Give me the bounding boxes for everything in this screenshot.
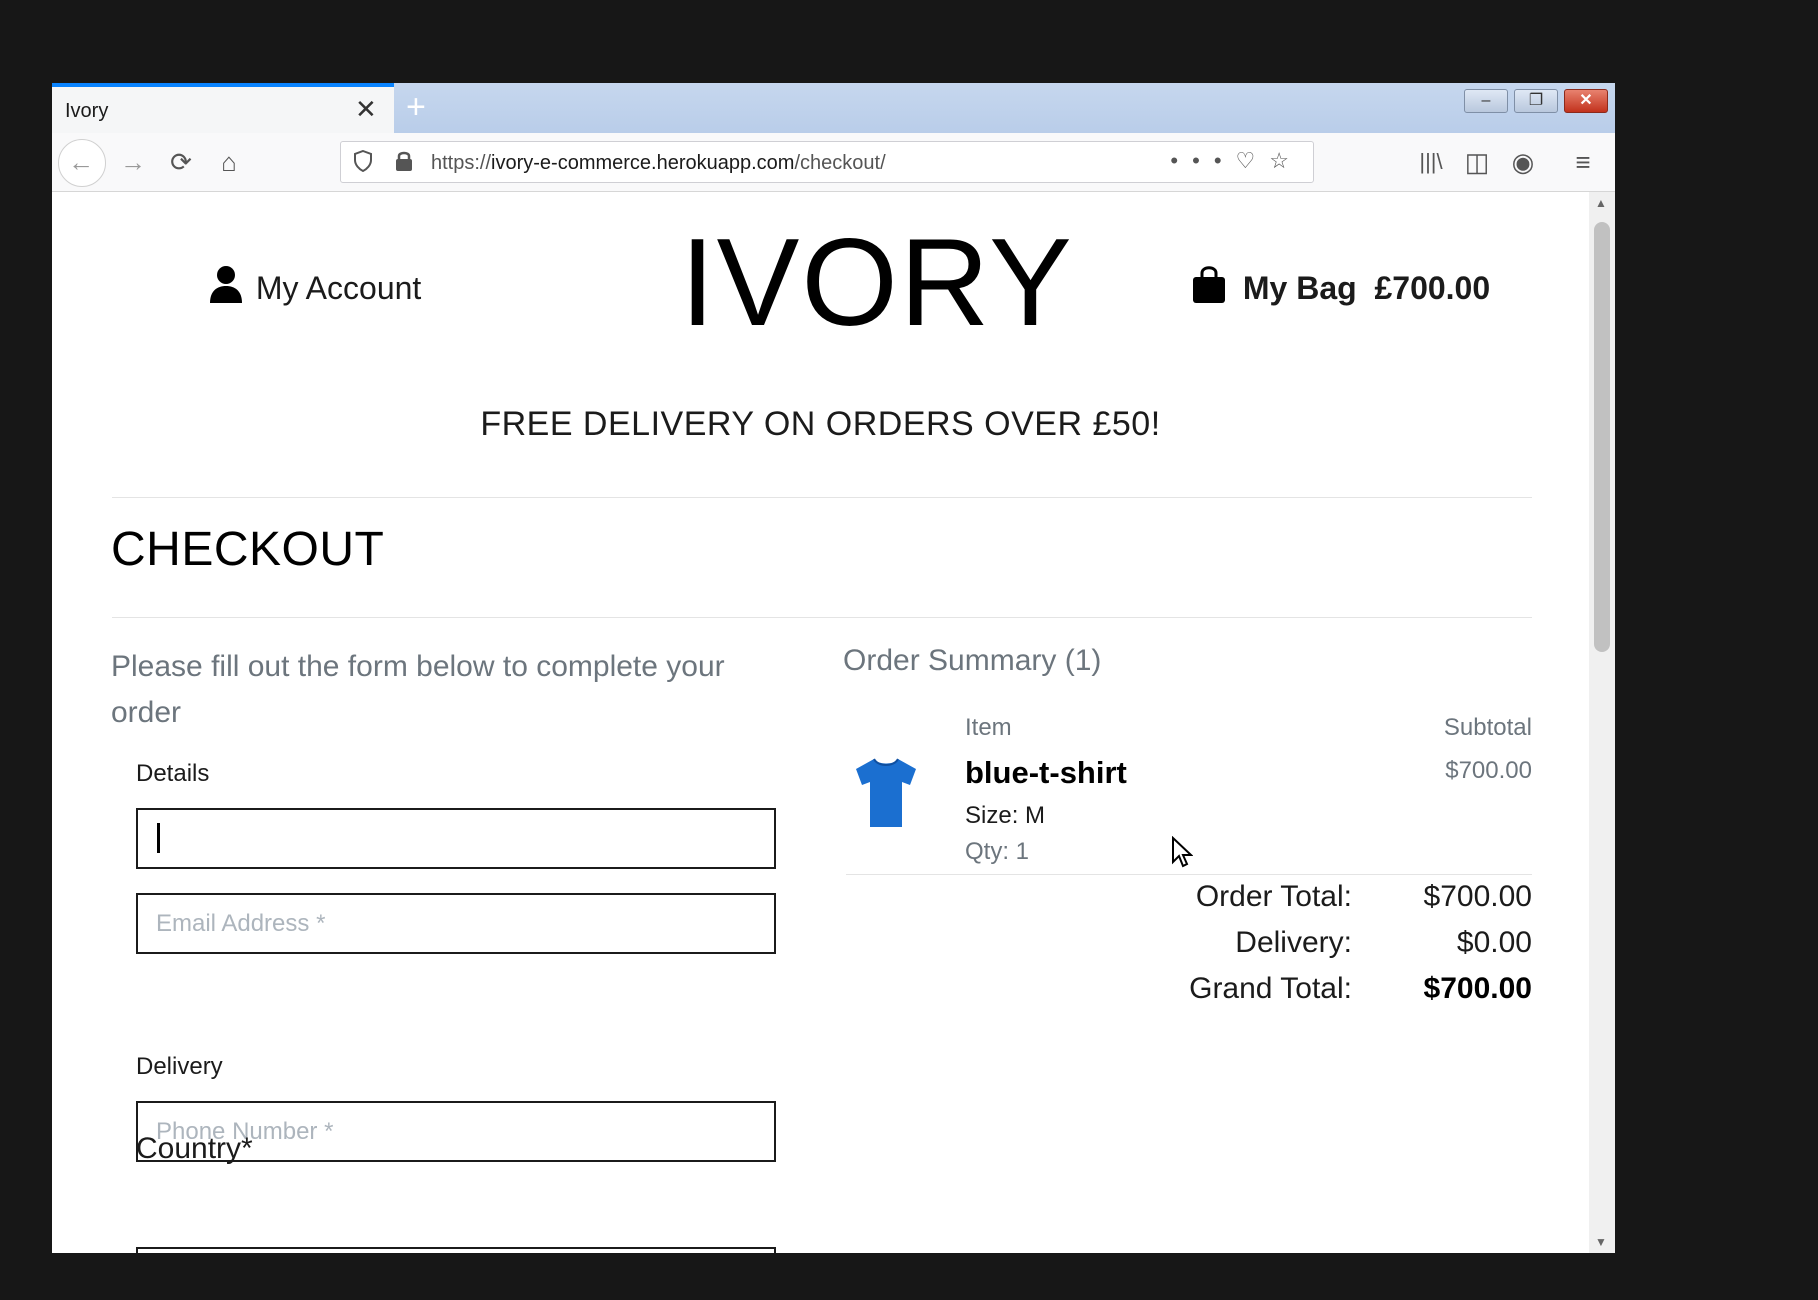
page-actions-menu-icon[interactable]: ••• xyxy=(1170,148,1235,173)
divider xyxy=(846,874,1532,875)
url-bar[interactable]: https://ivory-e-commerce.herokuapp.com/c… xyxy=(340,141,1314,183)
full-name-field[interactable] xyxy=(136,808,776,869)
page-title: CHECKOUT xyxy=(111,523,385,576)
home-icon[interactable]: ⌂ xyxy=(212,145,246,179)
browser-window: Ivory ✕ + – ❐ ✕ ← → ⟳ ⌂ https://ivory-e-… xyxy=(52,83,1615,1253)
delivery-banner: FREE DELIVERY ON ORDERS OVER £50! xyxy=(480,405,1161,443)
bag-total: £700.00 xyxy=(1374,270,1491,306)
subtotal-column-header: Subtotal xyxy=(1443,714,1532,741)
scrollbar-thumb[interactable] xyxy=(1594,222,1610,652)
url-path: /checkout/ xyxy=(794,152,886,174)
email-field[interactable] xyxy=(136,893,776,954)
close-window-button[interactable]: ✕ xyxy=(1564,89,1608,113)
shopping-bag-icon xyxy=(1192,265,1234,311)
text-cursor xyxy=(157,823,160,853)
pocket-icon[interactable]: ♡ xyxy=(1236,148,1270,173)
details-label: Details xyxy=(136,760,210,787)
minimize-window-button[interactable]: – xyxy=(1464,89,1508,113)
bookmark-star-icon[interactable]: ☆ xyxy=(1269,148,1303,173)
page-content: My Account IVORY My Bag £700.00 FREE DEL… xyxy=(52,192,1589,1253)
menu-icon[interactable]: ≡ xyxy=(1566,145,1600,179)
tab-title: Ivory xyxy=(65,100,109,122)
url-text[interactable]: https://ivory-e-commerce.herokuapp.com/c… xyxy=(431,152,886,175)
grand-total-label: Grand Total: xyxy=(1189,972,1352,1005)
library-icon[interactable]: |||\ xyxy=(1414,145,1448,179)
my-bag-link[interactable]: My Bag £700.00 xyxy=(1192,265,1490,311)
country-select[interactable] xyxy=(136,1247,776,1253)
my-account-link[interactable]: My Account xyxy=(209,265,421,311)
order-total-value: $700.00 xyxy=(1423,880,1532,913)
product-name: blue-t-shirt xyxy=(965,755,1127,790)
product-quantity: Qty: 1 xyxy=(965,838,1030,865)
delivery-label: Delivery xyxy=(136,1053,223,1080)
tracking-shield-icon[interactable] xyxy=(353,149,373,178)
maximize-window-button[interactable]: ❐ xyxy=(1514,89,1558,113)
forward-arrow-icon[interactable]: → xyxy=(116,145,150,179)
scroll-up-arrow-icon[interactable]: ▲ xyxy=(1595,196,1607,210)
my-bag-label: My Bag xyxy=(1242,270,1357,306)
mouse-pointer-icon xyxy=(1171,835,1194,873)
item-column-header: Item xyxy=(965,714,1012,741)
navigation-toolbar: ← → ⟳ ⌂ https://ivory-e-commerce.herokua… xyxy=(52,133,1615,192)
site-logo[interactable]: IVORY xyxy=(652,212,1102,354)
url-host: ivory-e-commerce.herokuapp.com xyxy=(491,152,795,174)
back-button[interactable]: ← xyxy=(58,139,106,187)
scroll-down-arrow-icon[interactable]: ▼ xyxy=(1595,1235,1607,1249)
back-arrow-icon: ← xyxy=(68,147,94,177)
product-size: Size: M xyxy=(965,802,1046,829)
order-summary-title: Order Summary (1) xyxy=(843,644,1102,677)
checkout-instructions: Please fill out the form below to comple… xyxy=(111,650,725,729)
new-tab-icon[interactable]: + xyxy=(406,87,426,127)
url-prefix: https:// xyxy=(431,152,492,174)
url-actions: •••♡☆ xyxy=(1170,148,1303,174)
my-account-label: My Account xyxy=(255,270,422,306)
order-total-label: Order Total: xyxy=(1195,880,1352,913)
divider xyxy=(112,497,1532,498)
vertical-scrollbar[interactable]: ▲ ▼ xyxy=(1589,192,1615,1253)
delivery-cost-value: $0.00 xyxy=(1456,926,1532,959)
divider xyxy=(112,617,1532,618)
country-label: Country* xyxy=(136,1132,253,1165)
tab-bar: Ivory ✕ + – ❐ ✕ xyxy=(52,83,1615,133)
close-tab-icon[interactable]: ✕ xyxy=(355,96,377,122)
sidebar-icon[interactable]: ◫ xyxy=(1460,145,1494,179)
product-image xyxy=(852,755,920,834)
tab-ivory[interactable]: Ivory ✕ xyxy=(52,83,394,133)
reload-icon[interactable]: ⟳ xyxy=(164,145,198,179)
product-subtotal: $700.00 xyxy=(1445,757,1532,784)
account-circle-icon[interactable]: ◉ xyxy=(1506,145,1540,179)
grand-total-value: $700.00 xyxy=(1423,972,1532,1005)
delivery-cost-label: Delivery: xyxy=(1235,926,1352,959)
lock-icon[interactable] xyxy=(395,150,413,178)
user-icon xyxy=(209,265,247,311)
